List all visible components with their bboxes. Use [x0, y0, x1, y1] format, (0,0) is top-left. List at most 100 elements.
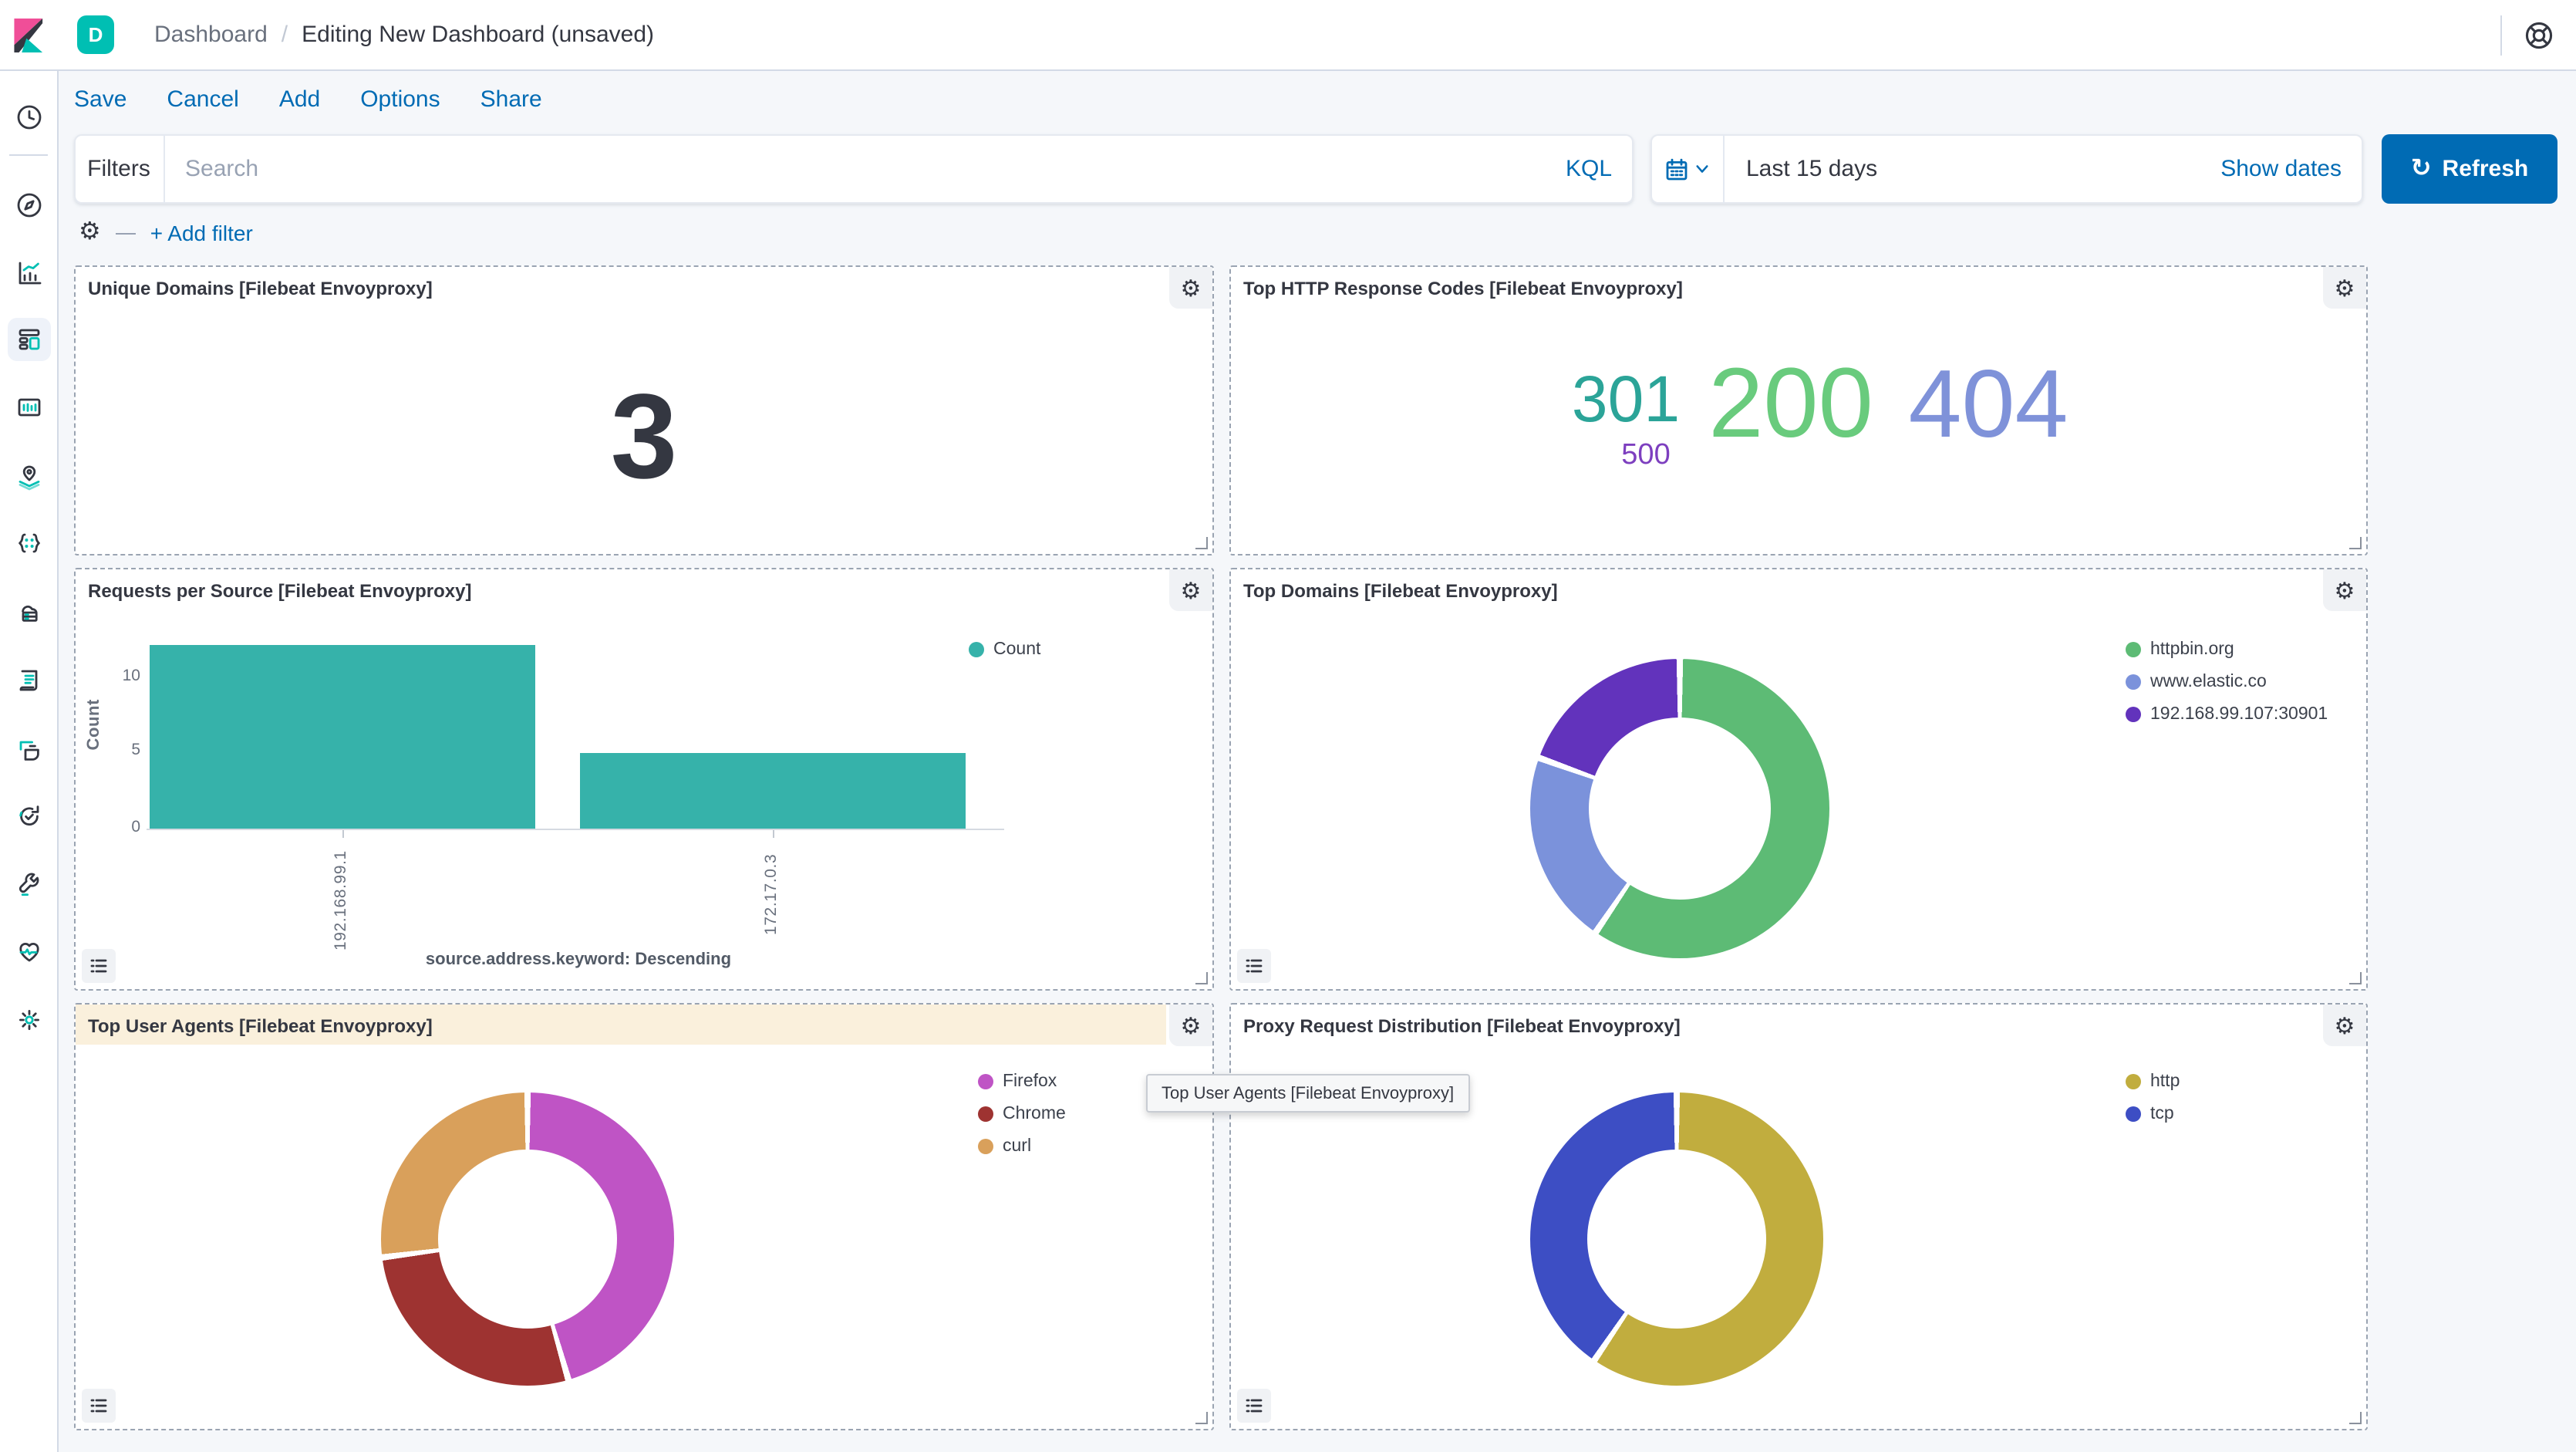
time-picker: Last 15 days Show dates	[1650, 134, 2363, 204]
cancel-button[interactable]: Cancel	[167, 86, 238, 113]
life-ring-help-icon[interactable]	[2524, 19, 2554, 50]
tag-301[interactable]: 301	[1572, 367, 1680, 432]
panel-unique-domains[interactable]: Unique Domains [Filebeat Envoyproxy] ⚙ 3	[74, 265, 1214, 555]
chart-legend: Count	[969, 640, 1040, 659]
legend-item[interactable]: http	[2126, 1072, 2180, 1091]
legend-toggle-button[interactable]	[1237, 1389, 1271, 1423]
legend-toggle-button[interactable]	[82, 1389, 116, 1423]
panel-title[interactable]: Requests per Source [Filebeat Envoyproxy…	[76, 569, 1166, 610]
sidebar-item-uptime[interactable]	[7, 795, 50, 838]
top-domains-donut[interactable]	[1530, 659, 1829, 958]
legend-item[interactable]: www.elastic.co	[2126, 673, 2328, 691]
tag-200[interactable]: 200	[1708, 353, 1873, 452]
panel-title[interactable]: Top Domains [Filebeat Envoyproxy]	[1231, 569, 2320, 610]
recent-clock-icon[interactable]	[7, 96, 50, 139]
kibana-app: D Dashboard / Editing New Dashboard (uns…	[0, 0, 2576, 1452]
panel-gear-icon[interactable]: ⚙	[2323, 1005, 2366, 1046]
add-button[interactable]: Add	[279, 86, 320, 113]
main-content: Save Cancel Add Options Share Filters Se…	[57, 69, 2576, 1452]
x-axis-title: source.address.keyword: Descending	[150, 951, 1007, 969]
resize-handle[interactable]	[2349, 972, 2362, 984]
header-divider	[2500, 15, 2502, 55]
legend-swatch	[2126, 707, 2141, 722]
kql-language-button[interactable]: KQL	[1566, 156, 1634, 182]
sidebar-item-dashboard[interactable]	[7, 318, 50, 361]
panel-gear-icon[interactable]: ⚙	[1169, 569, 1212, 611]
sidebar-item-canvas[interactable]	[7, 386, 50, 429]
resize-handle[interactable]	[1195, 537, 1208, 549]
panel-title[interactable]: Unique Domains [Filebeat Envoyproxy]	[76, 267, 1166, 307]
legend-item[interactable]: Firefox	[978, 1072, 1066, 1091]
filters-button[interactable]: Filters	[74, 134, 165, 204]
top-header: D Dashboard / Editing New Dashboard (uns…	[0, 0, 2576, 71]
panel-title[interactable]: Proxy Request Distribution [Filebeat Env…	[1231, 1005, 2320, 1045]
panel-top-domains[interactable]: Top Domains [Filebeat Envoyproxy] ⚙ http…	[1229, 568, 2368, 991]
legend-item[interactable]: 192.168.99.107:30901	[2126, 705, 2328, 724]
legend-toggle-button[interactable]	[1237, 949, 1271, 983]
sidebar-item-siem[interactable]	[7, 728, 50, 772]
legend-swatch	[978, 1139, 993, 1154]
space-badge[interactable]: D	[77, 15, 114, 54]
sidebar-item-maps[interactable]	[7, 455, 50, 498]
sidebar-item-monitoring[interactable]	[7, 930, 50, 974]
resize-handle[interactable]	[1195, 1412, 1208, 1424]
panel-title-tooltip: Top User Agents [Filebeat Envoyproxy]	[1146, 1074, 1469, 1113]
breadcrumb: Dashboard / Editing New Dashboard (unsav…	[154, 0, 654, 69]
legend-swatch	[2126, 1106, 2141, 1122]
breadcrumb-dashboard[interactable]: Dashboard	[154, 22, 268, 48]
legend-item[interactable]: curl	[978, 1137, 1066, 1156]
query-bar: Filters Search KQL	[74, 134, 1634, 204]
panel-gear-icon[interactable]: ⚙	[1169, 1005, 1212, 1046]
legend-item[interactable]: httpbin.org	[2126, 640, 2328, 659]
sidebar-item-discover[interactable]	[7, 184, 50, 227]
legend-item[interactable]: Count	[969, 640, 1040, 659]
panel-title[interactable]: Top User Agents [Filebeat Envoyproxy]	[76, 1005, 1166, 1045]
sidebar-item-management[interactable]	[7, 998, 50, 1042]
legend-item[interactable]: Chrome	[978, 1105, 1066, 1123]
panel-requests-per-source[interactable]: Requests per Source [Filebeat Envoyproxy…	[74, 568, 1214, 991]
add-filter-button[interactable]: + Add filter	[150, 221, 253, 245]
sidebar-item-machine-learning[interactable]	[7, 522, 50, 565]
refresh-icon: ↻	[2411, 157, 2432, 181]
panel-gear-icon[interactable]: ⚙	[1169, 267, 1212, 309]
time-range-value[interactable]: Last 15 days	[1746, 156, 1877, 182]
y-tick: 10	[110, 667, 140, 685]
metric-value: 3	[611, 366, 678, 507]
legend-item[interactable]: tcp	[2126, 1105, 2180, 1123]
panel-title[interactable]: Top HTTP Response Codes [Filebeat Envoyp…	[1231, 267, 2320, 307]
show-dates-button[interactable]: Show dates	[2220, 156, 2342, 182]
options-button[interactable]: Options	[360, 86, 440, 113]
resize-handle[interactable]	[2349, 537, 2362, 549]
share-button[interactable]: Share	[480, 86, 542, 113]
bar-172-17-0-3[interactable]	[580, 752, 966, 829]
calendar-menu-button[interactable]	[1650, 134, 1725, 204]
resize-handle[interactable]	[1195, 972, 1208, 984]
bar-192-168-99-1[interactable]	[150, 645, 535, 829]
panel-gear-icon[interactable]: ⚙	[2323, 267, 2366, 309]
panel-gear-icon[interactable]: ⚙	[2323, 569, 2366, 611]
panel-top-user-agents[interactable]: Top User Agents [Filebeat Envoyproxy] ⚙ …	[74, 1003, 1214, 1430]
y-axis-label: Count	[85, 699, 103, 751]
top-user-agents-donut[interactable]	[381, 1092, 674, 1386]
panel-response-codes[interactable]: Top HTTP Response Codes [Filebeat Envoyp…	[1229, 265, 2368, 555]
sidebar-item-logs[interactable]	[7, 659, 50, 702]
tag-500[interactable]: 500	[1621, 441, 1670, 470]
proxy-distribution-donut[interactable]	[1530, 1092, 1823, 1386]
kibana-logo-icon[interactable]	[14, 19, 45, 52]
resize-handle[interactable]	[2349, 1412, 2362, 1424]
tag-404[interactable]: 404	[1909, 358, 2069, 454]
search-input[interactable]: Search	[165, 156, 1566, 182]
chevron-down-icon	[1695, 162, 1709, 176]
page-title: Editing New Dashboard (unsaved)	[302, 22, 654, 48]
sidebar-item-dev-tools[interactable]	[7, 863, 50, 906]
refresh-button[interactable]: ↻ Refresh	[2382, 134, 2557, 204]
x-axis-line	[147, 829, 1004, 830]
x-tick-label: 192.168.99.1	[332, 842, 350, 951]
legend-toggle-button[interactable]	[82, 949, 116, 983]
sidebar-item-visualize[interactable]	[7, 252, 50, 295]
panel-proxy-distribution[interactable]: Proxy Request Distribution [Filebeat Env…	[1229, 1003, 2368, 1430]
save-button[interactable]: Save	[74, 86, 126, 113]
sidebar-item-infrastructure[interactable]	[7, 591, 50, 634]
legend-swatch	[2126, 642, 2141, 657]
filter-options-gear-icon[interactable]: ⚙	[79, 221, 101, 245]
